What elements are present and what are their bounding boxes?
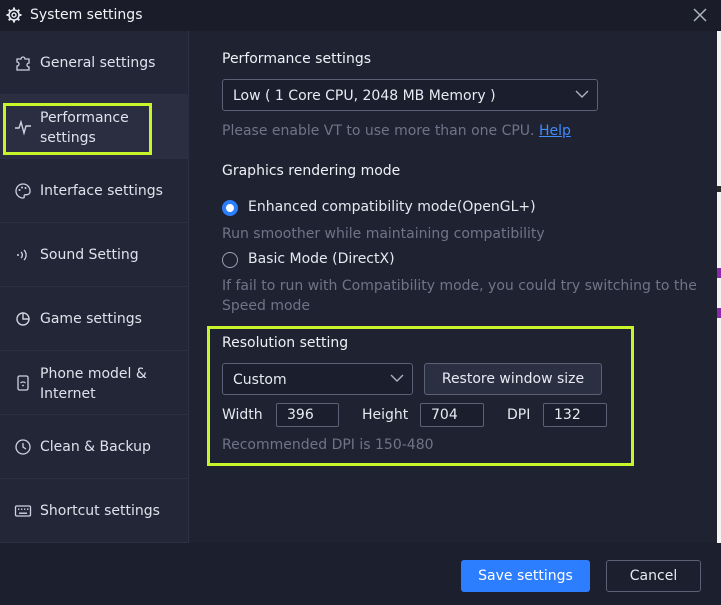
main-panel: Performance settings Low ( 1 Core CPU, 2… — [190, 31, 717, 543]
save-settings-button[interactable]: Save settings — [461, 560, 590, 592]
sidebar-item-label: Shortcut settings — [40, 503, 160, 519]
phone-wifi-icon — [17, 375, 29, 391]
sidebar-item-general[interactable]: General settings — [0, 31, 189, 95]
radio-directx-label[interactable]: Basic Mode (DirectX) — [248, 251, 395, 267]
chevron-down-icon — [390, 374, 404, 382]
palette-icon — [15, 183, 31, 199]
resolution-title: Resolution setting — [222, 335, 349, 351]
dpi-label: DPI — [507, 407, 531, 423]
window-title: System settings — [30, 7, 143, 23]
footer: Save settings Cancel — [0, 543, 721, 605]
edge-mark — [717, 186, 721, 192]
radio-opengl-label[interactable]: Enhanced compatibility mode(OpenGL+) — [248, 199, 536, 215]
sidebar-item-performance[interactable]: Performance settings — [0, 95, 189, 159]
sidebar-item-label: Performance settings — [40, 110, 129, 146]
resolution-select-value: Custom — [233, 372, 287, 388]
performance-select[interactable]: Low ( 1 Core CPU, 2048 MB Memory ) — [222, 79, 598, 111]
performance-title: Performance settings — [222, 51, 371, 67]
directx-description: If fail to run with Compatibility mode, … — [222, 278, 697, 314]
opengl-description: Run smoother while maintaining compatibi… — [222, 226, 545, 242]
sidebar-item-label: Game settings — [40, 311, 142, 327]
edge-mark — [717, 268, 721, 278]
restore-window-size-button[interactable]: Restore window size — [424, 363, 602, 395]
sidebar-item-phone-internet[interactable]: Phone model & Internet — [0, 351, 189, 415]
sidebar-item-label: Sound Setting — [40, 247, 139, 263]
dpi-input[interactable]: 132 — [543, 403, 607, 427]
sidebar-item-sound[interactable]: Sound Setting — [0, 223, 189, 287]
background-window-edge — [717, 31, 721, 543]
performance-select-value: Low ( 1 Core CPU, 2048 MB Memory ) — [233, 88, 496, 104]
help-link[interactable]: Help — [539, 123, 571, 139]
clean-icon — [15, 439, 31, 455]
sidebar-item-label: General settings — [40, 55, 156, 71]
sidebar-item-label: Interface settings — [40, 183, 163, 199]
game-icon — [16, 312, 30, 326]
height-label: Height — [362, 407, 409, 423]
chevron-down-icon — [575, 90, 589, 98]
radio-directx[interactable] — [222, 252, 238, 268]
sidebar: General settings Performance settings In… — [0, 31, 189, 543]
sidebar-item-clean-backup[interactable]: Clean & Backup — [0, 415, 189, 479]
sidebar-item-label: Phone model & Internet — [40, 366, 147, 402]
sound-icon — [17, 249, 27, 261]
width-label: Width — [222, 407, 263, 423]
pulse-icon — [15, 119, 31, 136]
edge-mark — [717, 308, 721, 318]
vt-hint: Please enable VT to use more than one CP… — [222, 121, 702, 141]
keyboard-icon — [14, 505, 32, 517]
sidebar-item-game[interactable]: Game settings — [0, 287, 189, 351]
radio-opengl[interactable] — [222, 200, 238, 216]
resolution-select[interactable]: Custom — [222, 363, 413, 395]
cancel-button[interactable]: Cancel — [606, 560, 701, 592]
sidebar-item-label: Clean & Backup — [40, 439, 151, 455]
titlebar: System settings — [0, 0, 721, 31]
vt-hint-text: Please enable VT to use more than one CP… — [222, 123, 535, 139]
sidebar-item-shortcut[interactable]: Shortcut settings — [0, 479, 189, 543]
height-input[interactable]: 704 — [420, 403, 484, 427]
graphics-title: Graphics rendering mode — [222, 163, 401, 179]
settings-window: System settings General settings Perform… — [0, 0, 721, 605]
close-icon[interactable] — [691, 6, 709, 24]
sidebar-item-interface[interactable]: Interface settings — [0, 159, 189, 223]
gear-icon — [6, 7, 22, 23]
width-input[interactable]: 396 — [276, 403, 339, 427]
puzzle-icon — [16, 56, 30, 71]
dpi-hint: Recommended DPI is 150-480 — [222, 437, 434, 453]
